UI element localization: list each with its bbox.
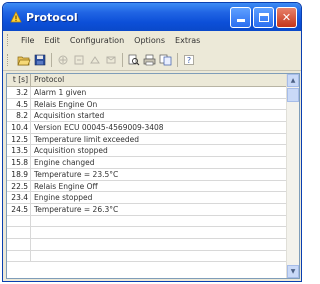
row-protocol-cell: Version ECU 00045-4569009-3408 — [34, 123, 164, 133]
disabled-tool-icon[interactable] — [87, 52, 102, 67]
close-icon: ✕ — [281, 10, 292, 24]
column-header-protocol[interactable]: Protocol — [31, 74, 64, 86]
print-preview-icon[interactable] — [126, 52, 141, 67]
maximize-button[interactable] — [253, 6, 274, 28]
row-time-cell: 13.5 — [7, 145, 31, 157]
row-time-cell: 10.4 — [7, 122, 31, 133]
disabled-tool-icon[interactable] — [55, 52, 70, 67]
protocol-grid: t [s] Protocol 3.2 Alarm 1 given 4.5 Relais… — [7, 74, 287, 278]
table-row[interactable] — [7, 215, 287, 228]
table-header-row: t [s] Protocol — [7, 74, 287, 87]
row-protocol-cell: Acquisition started — [34, 111, 105, 121]
table-row[interactable] — [7, 250, 287, 263]
table-row[interactable]: 3.2 Alarm 1 given — [7, 87, 287, 99]
row-protocol-cell: Temperature = 23.5°C — [34, 169, 119, 179]
copy-icon[interactable] — [158, 52, 173, 67]
row-protocol-cell — [31, 227, 34, 238]
table-row[interactable]: 8.2 Acquisition started — [7, 110, 287, 123]
row-time-cell: 12.5 — [7, 133, 31, 145]
toolbar-separator — [177, 52, 178, 67]
row-protocol-cell: Engine changed — [34, 158, 95, 168]
table-row[interactable]: 4.5 Relais Engine On — [7, 98, 287, 111]
table-row[interactable]: 23.4 Engine stopped — [7, 192, 287, 204]
chevron-down-icon: ▼ — [290, 268, 296, 275]
menu-bar: File Edit Configuration Options Extras — [3, 31, 301, 49]
window-title: Protocol — [26, 10, 78, 24]
print-icon[interactable] — [142, 52, 157, 67]
protocol-table: t [s] Protocol 3.2 Alarm 1 given 4.5 Relais… — [6, 73, 300, 279]
row-time-cell — [7, 238, 31, 250]
row-time-cell: 8.2 — [7, 110, 31, 122]
row-time-cell: 18.9 — [7, 168, 31, 180]
toolbar-separator — [51, 52, 52, 67]
row-protocol-cell: Relais Engine Off — [34, 181, 98, 191]
scroll-up-button[interactable]: ▲ — [287, 74, 299, 87]
help-icon[interactable]: ? — [181, 52, 196, 67]
menu-configuration[interactable]: Configuration — [65, 36, 129, 45]
row-time-cell — [7, 215, 31, 227]
row-time-cell — [7, 250, 31, 262]
disabled-tool-icon[interactable] — [71, 52, 86, 67]
row-time-cell — [7, 227, 31, 238]
menu-edit[interactable]: Edit — [39, 36, 65, 45]
row-time-cell: 15.8 — [7, 157, 31, 168]
row-protocol-cell: Engine stopped — [34, 193, 93, 203]
table-row[interactable]: 22.5 Relais Engine Off — [7, 180, 287, 193]
row-protocol-cell — [31, 216, 34, 227]
menubar-grip[interactable] — [7, 34, 10, 46]
scroll-thumb[interactable] — [287, 88, 299, 102]
disabled-tool-icon[interactable] — [103, 52, 118, 67]
table-row[interactable]: 10.4 Version ECU 00045-4569009-3408 — [7, 122, 287, 134]
row-time-cell: 24.5 — [7, 203, 31, 215]
row-time-cell: 22.5 — [7, 180, 31, 192]
row-protocol-cell: Alarm 1 given — [34, 88, 87, 97]
chevron-up-icon: ▲ — [290, 77, 296, 84]
maximize-icon — [258, 12, 269, 22]
table-row[interactable] — [7, 238, 287, 251]
title-bar[interactable]: Protocol ✕ — [3, 3, 301, 31]
vertical-scrollbar[interactable]: ▲ ▼ — [286, 74, 299, 278]
toolbar: ? — [3, 49, 301, 71]
table-row[interactable]: 18.9 Temperature = 23.5°C — [7, 168, 287, 181]
row-time-cell: 23.4 — [7, 192, 31, 203]
table-row[interactable] — [7, 227, 287, 239]
warning-triangle-icon — [9, 10, 23, 24]
open-folder-icon[interactable] — [16, 52, 31, 67]
column-header-time[interactable]: t [s] — [7, 74, 31, 86]
row-time-cell: 3.2 — [7, 87, 31, 98]
minimize-button[interactable] — [230, 6, 251, 28]
table-row[interactable]: 24.5 Temperature = 26.3°C — [7, 203, 287, 216]
protocol-window: Protocol ✕ File Edit Configuration Optio… — [2, 2, 302, 282]
row-protocol-cell: Temperature = 26.3°C — [34, 204, 119, 214]
menu-options[interactable]: Options — [129, 36, 170, 45]
save-icon[interactable] — [32, 52, 47, 67]
table-row[interactable]: 15.8 Engine changed — [7, 157, 287, 169]
row-protocol-cell: Relais Engine On — [34, 99, 98, 109]
table-row[interactable]: 12.5 Temperature limit exceeded — [7, 133, 287, 146]
toolbar-grip[interactable] — [7, 53, 10, 66]
menu-extras[interactable]: Extras — [170, 36, 205, 45]
row-protocol-cell — [31, 239, 34, 250]
row-protocol-cell — [31, 251, 34, 262]
row-protocol-cell: Acquisition stopped — [34, 146, 108, 156]
toolbar-separator — [122, 52, 123, 67]
menu-file[interactable]: File — [16, 36, 39, 45]
row-protocol-cell: Temperature limit exceeded — [34, 134, 140, 144]
svg-text:?: ? — [186, 56, 190, 65]
row-time-cell: 4.5 — [7, 98, 31, 110]
table-row[interactable]: 13.5 Acquisition stopped — [7, 145, 287, 158]
scroll-down-button[interactable]: ▼ — [287, 265, 299, 278]
minimize-icon — [236, 19, 245, 22]
close-button[interactable]: ✕ — [276, 6, 297, 28]
